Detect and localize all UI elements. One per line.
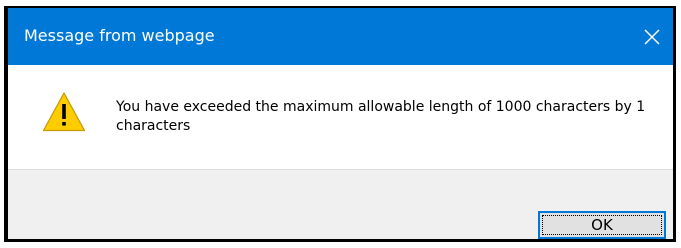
dialog-message: You have exceeded the maximum allowable … [116,99,646,134]
dialog-titlebar[interactable]: Message from webpage [8,8,673,65]
dialog-title: Message from webpage [24,26,215,45]
close-icon [644,28,660,45]
warning-icon [42,92,86,132]
page: Message from webpage You have exceeded t… [0,0,681,248]
ok-button[interactable]: OK [538,211,666,239]
close-button[interactable] [631,8,673,65]
message-dialog: Message from webpage You have exceeded t… [4,6,676,242]
ok-button-label: OK [591,216,613,234]
dialog-footer: OK [8,169,673,239]
dialog-body: You have exceeded the maximum allowable … [8,65,673,169]
